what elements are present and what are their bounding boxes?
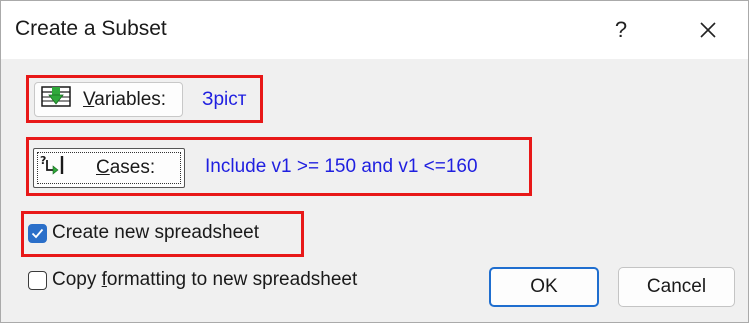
cases-value: Include v1 >= 150 and v1 <=160 [205,156,478,177]
create-subset-dialog: Create a Subset ? Variables: Зріст ? Cas… [0,0,749,323]
svg-text:?: ? [40,154,46,167]
dialog-title: Create a Subset [15,17,167,40]
cases-icon: ? [39,152,67,184]
title-bar: Create a Subset ? [1,1,748,59]
cases-mnemonic: C [96,157,110,178]
ok-button[interactable]: OK [489,267,599,307]
cases-button[interactable]: ? Cases: [33,148,185,188]
copy-formatting-checkbox[interactable]: Copy formatting to new spreadsheet [28,269,357,291]
help-button[interactable]: ? [596,9,646,51]
variables-button[interactable]: Variables: [34,82,183,117]
create-new-spreadsheet-checkbox[interactable]: Create new spreadsheet [28,222,259,244]
checkbox-checked-icon [28,223,47,243]
checkbox-unchecked-icon [28,270,47,290]
close-button[interactable] [681,9,735,51]
close-icon [700,22,716,38]
variables-mnemonic: V [83,88,95,110]
cases-label: ases: [109,157,156,178]
variables-label: ariables: [94,88,167,110]
variables-value: Зріст [202,89,247,110]
cancel-button[interactable]: Cancel [618,267,735,307]
copy-formatting-label: Copy formatting to new spreadsheet [52,269,358,290]
variables-icon [40,85,72,115]
create-new-spreadsheet-label: Create new spreadsheet [52,222,260,243]
